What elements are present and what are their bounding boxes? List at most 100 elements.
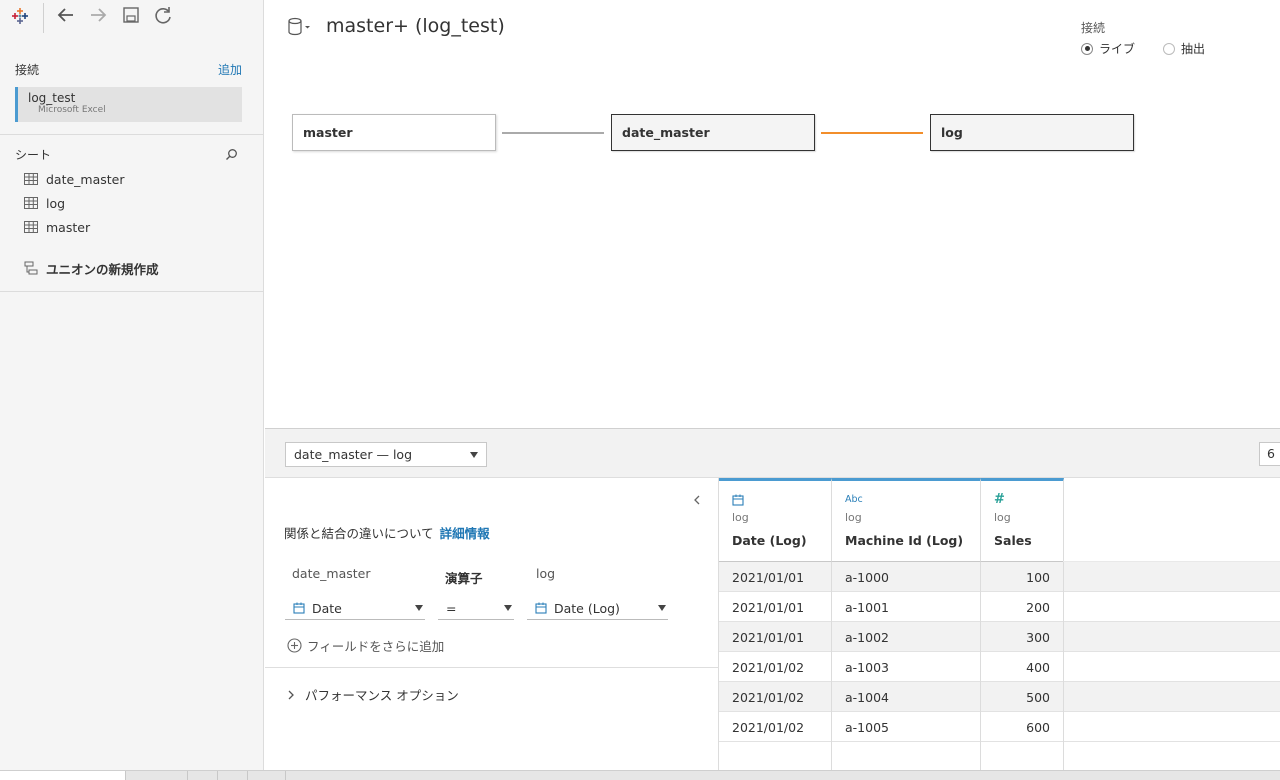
connection-mode: 接続 [1081,19,1105,36]
column-source: log [994,511,1011,524]
table-cell[interactable]: 400 [981,652,1064,682]
table-box-date-master[interactable]: date_master [611,114,815,151]
table-row: 2021/01/02 a-1003 400 [719,652,1280,682]
column-header-date-log[interactable]: log Date (Log) [719,478,832,562]
sidebar-divider [0,134,264,135]
tableau-logo-icon[interactable] [9,5,31,27]
sheet-tab[interactable] [126,771,188,780]
save-icon[interactable] [120,4,142,26]
sheet-item-date-master[interactable]: date_master [24,169,125,189]
search-icon[interactable] [225,148,238,161]
new-dashboard-tab[interactable] [218,771,248,780]
refresh-icon[interactable] [152,4,174,26]
back-arrow-icon[interactable] [55,4,77,26]
more-info-link[interactable]: 詳細情報 [440,526,490,541]
calendar-icon [732,494,744,506]
column-name: Sales [994,533,1032,548]
radio-live-label: ライブ [1099,42,1136,56]
sheet-label: master [46,219,91,235]
table-icon [24,197,38,209]
info-text: 関係と結合の違いについて [284,526,434,541]
sheet-item-master[interactable]: master [24,217,90,237]
table-cell[interactable]: 200 [981,592,1064,622]
left-table-label: date_master [292,566,371,581]
table-cell[interactable]: 2021/01/02 [719,682,832,712]
number-icon: # [994,492,1005,507]
table-cell[interactable]: 2021/01/02 [719,712,832,742]
table-cell[interactable]: 100 [981,562,1064,592]
performance-options-label: パフォーマンス オプション [305,688,459,703]
connections-title: 接続 [15,63,40,77]
table-cell[interactable]: a-1001 [832,592,981,622]
sheet-tab-bar [0,770,1280,780]
column-source: log [845,511,862,524]
add-field-button[interactable]: フィールドをさらに追加 [287,636,444,655]
table-cell[interactable]: 2021/01/01 [719,622,832,652]
performance-options-toggle[interactable]: パフォーマンス オプション [287,685,459,704]
table-cell[interactable]: a-1004 [832,682,981,712]
grid-filler [719,742,1064,770]
datasource-icon[interactable] [287,17,315,37]
chevron-down-icon [504,605,512,611]
left-field-value: Date [312,600,342,616]
operator-label: 演算子 [445,571,483,586]
table-cell[interactable]: 2021/01/01 [719,562,832,592]
connection-item[interactable]: log_test Microsoft Excel [15,87,242,122]
toolbar [0,0,264,34]
table-cell[interactable]: 600 [981,712,1064,742]
calendar-icon [535,602,547,614]
operator-value: = [446,600,457,616]
right-field-value: Date (Log) [554,600,620,616]
radio-live-indicator [1081,42,1093,55]
new-union-item[interactable]: ユニオンの新規作成 [24,258,159,278]
table-cell[interactable]: 300 [981,622,1064,652]
relationship-line[interactable] [502,132,604,134]
sheet-item-log[interactable]: log [24,193,65,213]
table-cell[interactable]: a-1000 [832,562,981,592]
relationship-canvas: master+ (log_test) 接続 ライブ 抽出 master date… [265,0,1280,428]
chevron-right-icon [288,690,294,699]
table-row: 2021/01/01 a-1000 100 [719,562,1280,592]
chevron-down-icon [658,605,666,611]
table-cell[interactable]: a-1005 [832,712,981,742]
column-header-sales[interactable]: # log Sales [981,478,1064,562]
table-box-log[interactable]: log [930,114,1134,151]
collapse-chevron-icon[interactable] [691,494,703,506]
relationship-select[interactable]: date_master — log [285,442,487,467]
table-cell[interactable]: 2021/01/02 [719,652,832,682]
datasource-title[interactable]: master+ (log_test) [326,15,505,37]
radio-extract-indicator [1163,42,1175,55]
sheets-title: シート [15,148,52,162]
table-row: 2021/01/01 a-1002 300 [719,622,1280,652]
connection-type: Microsoft Excel [38,105,106,115]
relationship-line-active[interactable] [821,132,923,134]
right-field-select[interactable]: Date (Log) [527,597,668,620]
relationship-bar: date_master — log 6 [265,428,1280,478]
table-cell[interactable]: a-1003 [832,652,981,682]
radio-extract[interactable]: 抽出 [1163,40,1205,57]
table-row: 2021/01/02 a-1005 600 [719,712,1280,742]
table-icon [24,173,38,185]
sheet-label: log [46,195,66,211]
new-sheet-tab[interactable] [188,771,218,780]
radio-live[interactable]: ライブ [1081,40,1135,57]
rows-count[interactable]: 6 [1259,442,1280,466]
table-cell[interactable]: 2021/01/01 [719,592,832,622]
right-table-label: log [536,566,556,581]
column-header-machine-id-log[interactable]: Abc log Machine Id (Log) [832,478,981,562]
data-sidebar: 接続 追加 log_test Microsoft Excel シート date_… [0,0,264,770]
table-cell[interactable]: 500 [981,682,1064,712]
table-box-master[interactable]: master [292,114,496,151]
grid-column-line [831,742,832,770]
add-connection-link[interactable]: 追加 [218,61,242,78]
left-field-select[interactable]: Date [285,597,425,620]
relationship-info: 関係と結合の違いについて 詳細情報 [284,523,490,542]
column-name: Date (Log) [732,533,807,548]
forward-arrow-icon[interactable] [87,4,109,26]
union-icon [24,261,38,275]
table-cell[interactable]: a-1002 [832,622,981,652]
new-story-tab[interactable] [248,771,286,780]
datasource-tab[interactable] [0,771,126,780]
operator-select[interactable]: = [438,597,514,620]
radio-extract-label: 抽出 [1181,42,1206,56]
